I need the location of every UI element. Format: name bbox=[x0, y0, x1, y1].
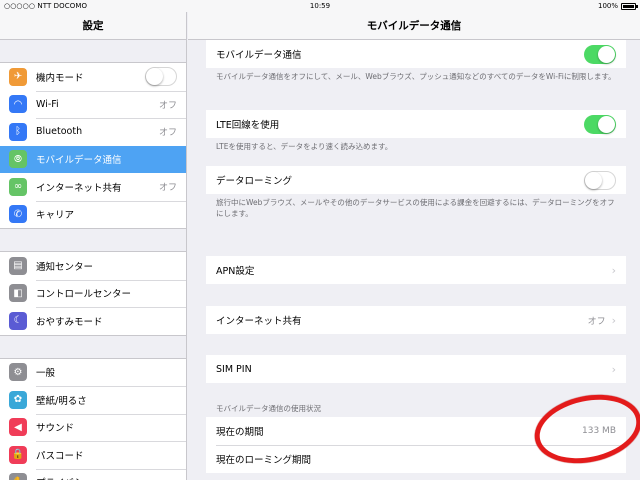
roaming-period-row: 現在のローミング期間 bbox=[206, 445, 626, 473]
airplane-mode-toggle[interactable] bbox=[145, 67, 177, 87]
sound-icon: ◀ bbox=[9, 418, 27, 437]
current-period-row: 現在の期間 133 MB bbox=[206, 417, 626, 445]
control-center-icon: ◧ bbox=[9, 284, 27, 303]
sidebar-item[interactable]: ∞ インターネット共有 オフ bbox=[0, 173, 186, 201]
battery-percent: 100% bbox=[597, 2, 618, 10]
sidebar-item-label: インターネット共有 bbox=[36, 182, 122, 194]
sidebar-item-label: Bluetooth bbox=[36, 126, 83, 138]
wallpaper-icon: ✿ bbox=[9, 390, 27, 409]
antenna-icon: ⦾ bbox=[9, 150, 27, 169]
sim-pin-row[interactable]: SIM PIN › bbox=[206, 355, 626, 383]
data-roaming-toggle[interactable] bbox=[584, 170, 616, 190]
hotspot-icon: ∞ bbox=[9, 177, 27, 196]
hotspot-group: インターネット共有 オフ › bbox=[206, 306, 626, 334]
sidebar-item[interactable]: ⚙ 一般 bbox=[0, 359, 186, 387]
phone-icon: ✆ bbox=[9, 205, 27, 224]
cellular-note: モバイルデータ通信をオフにして、メール、Webブラウズ、プッシュ通知などのすべて… bbox=[216, 72, 616, 81]
sidebar-group: ⚙ 一般 ✿ 壁紙/明るさ ◀ サウンド 🔒 パスコード ✋ プライバシー bbox=[0, 357, 186, 480]
cellular-data-label: モバイルデータ通信 bbox=[216, 50, 302, 61]
sidebar-item-label: プライバシー bbox=[36, 475, 186, 480]
personal-hotspot-row[interactable]: インターネット共有 オフ › bbox=[206, 306, 626, 334]
airplane-icon: ✈ bbox=[9, 67, 27, 86]
sidebar-item-label: モバイルデータ通信 bbox=[36, 155, 122, 167]
detail-panel: モバイルデータ通信 モバイルデータ通信 モバイルデータ通信をオフにして、メール、… bbox=[188, 12, 640, 480]
sidebar-item[interactable]: ✆ キャリア bbox=[0, 200, 186, 229]
sidebar-item[interactable]: ✿ 壁紙/明るさ bbox=[0, 386, 186, 414]
sidebar-item-label: 通知センター bbox=[36, 261, 94, 273]
sidebar-item[interactable]: 🔒 パスコード bbox=[0, 441, 186, 469]
lte-toggle[interactable] bbox=[584, 114, 616, 134]
battery-icon bbox=[621, 2, 638, 10]
sidebar-item[interactable]: ✈ 機内モード bbox=[0, 63, 186, 91]
gear-icon: ⚙ bbox=[9, 363, 27, 382]
clock: 10:59 bbox=[309, 2, 331, 10]
sim-group: SIM PIN › bbox=[206, 355, 626, 383]
sidebar-item[interactable]: ✋ プライバシー bbox=[0, 468, 186, 480]
sidebar-item-value: オフ bbox=[158, 100, 177, 111]
roaming-group: データローミング bbox=[206, 166, 626, 194]
sidebar-item-label: おやすみモード bbox=[36, 316, 103, 328]
sidebar-item[interactable]: ☾ おやすみモード bbox=[0, 307, 186, 335]
lte-row: LTE回線を使用 bbox=[206, 110, 626, 138]
sidebar-item-label: パスコード bbox=[36, 450, 84, 462]
usage-group: 現在の期間 133 MB 現在のローミング期間 bbox=[206, 417, 626, 473]
personal-hotspot-value: オフ bbox=[587, 316, 606, 327]
sidebar-group: ▤ 通知センター ◧ コントロールセンター ☾ おやすみモード bbox=[0, 251, 186, 336]
data-roaming-label: データローミング bbox=[216, 176, 293, 187]
current-period-label: 現在の期間 bbox=[216, 427, 264, 438]
hand-icon: ✋ bbox=[9, 473, 27, 480]
bluetooth-icon: ᛒ bbox=[9, 122, 27, 141]
sidebar-title: 設定 bbox=[0, 12, 186, 40]
data-roaming-row: データローミング bbox=[206, 166, 626, 194]
sidebar-item-label: Wi-Fi bbox=[36, 98, 59, 110]
lte-group: LTE回線を使用 bbox=[206, 110, 626, 138]
sidebar-group: ✈ 機内モード ◠ Wi-Fi オフ ᛒ Bluetooth オフ ⦾ モバイルデータ通信 ∞ インタ… bbox=[0, 62, 186, 229]
page-title: モバイルデータ通信 bbox=[188, 12, 640, 40]
chevron-right-icon: › bbox=[611, 263, 616, 277]
roaming-period-label: 現在のローミング期間 bbox=[216, 455, 312, 466]
apn-group: APN設定 › bbox=[206, 256, 626, 284]
sidebar-item[interactable]: ◠ Wi-Fi オフ bbox=[0, 90, 186, 119]
lte-note: LTEを使用すると、データをより速く読み込めます。 bbox=[216, 142, 393, 151]
sidebar-item[interactable]: ⦾ モバイルデータ通信 bbox=[0, 145, 186, 173]
battery-indicator: 100% bbox=[597, 0, 638, 12]
sidebar-item-value: オフ bbox=[158, 128, 177, 139]
chevron-right-icon: › bbox=[611, 362, 616, 376]
cellular-data-row: モバイルデータ通信 bbox=[206, 40, 626, 68]
status-bar: ○○○○○ NTT DOCOMO 10:59 100% bbox=[0, 0, 640, 12]
lock-icon: 🔒 bbox=[9, 445, 27, 464]
chevron-right-icon: › bbox=[611, 313, 616, 327]
usage-section-title: モバイルデータ通信の使用状況 bbox=[216, 404, 321, 413]
lte-label: LTE回線を使用 bbox=[216, 120, 280, 131]
moon-icon: ☾ bbox=[9, 311, 27, 330]
roaming-note: 旅行中にWebブラウズ、メールやその他のデータサービスの使用による課金を回避する… bbox=[216, 198, 615, 218]
sidebar-item-label: 一般 bbox=[36, 368, 56, 380]
personal-hotspot-label: インターネット共有 bbox=[216, 316, 302, 327]
settings-sidebar: 設定 ✈ 機内モード ◠ Wi-Fi オフ ᛒ Bluetooth オフ ⦾ モバイルデータ通信 ∞… bbox=[0, 12, 187, 480]
apn-settings-label: APN設定 bbox=[216, 266, 255, 277]
sidebar-groups: ✈ 機内モード ◠ Wi-Fi オフ ᛒ Bluetooth オフ ⦾ モバイルデータ通信 ∞ インタ… bbox=[0, 40, 186, 480]
sidebar-item-label: サウンド bbox=[36, 423, 75, 435]
sidebar-item[interactable]: ▤ 通知センター bbox=[0, 252, 186, 280]
sidebar-item-label: コントロールセンター bbox=[36, 289, 132, 301]
sidebar-item[interactable]: ◧ コントロールセンター bbox=[0, 279, 186, 308]
apn-settings-row[interactable]: APN設定 › bbox=[206, 256, 626, 284]
sidebar-item-value: オフ bbox=[158, 183, 177, 194]
sidebar-item-label: 機内モード bbox=[36, 72, 84, 84]
notification-center-icon: ▤ bbox=[9, 256, 27, 275]
cellular-data-toggle[interactable] bbox=[584, 44, 616, 64]
sim-pin-label: SIM PIN bbox=[216, 363, 252, 375]
cellular-group: モバイルデータ通信 bbox=[206, 40, 626, 68]
sidebar-item-label: キャリア bbox=[36, 210, 75, 222]
sidebar-item[interactable]: ᛒ Bluetooth オフ bbox=[0, 118, 186, 146]
sidebar-item-label: 壁紙/明るさ bbox=[36, 395, 87, 407]
wifi-icon: ◠ bbox=[9, 95, 27, 114]
sidebar-item[interactable]: ◀ サウンド bbox=[0, 413, 186, 442]
current-period-value: 133 MB bbox=[582, 426, 616, 436]
